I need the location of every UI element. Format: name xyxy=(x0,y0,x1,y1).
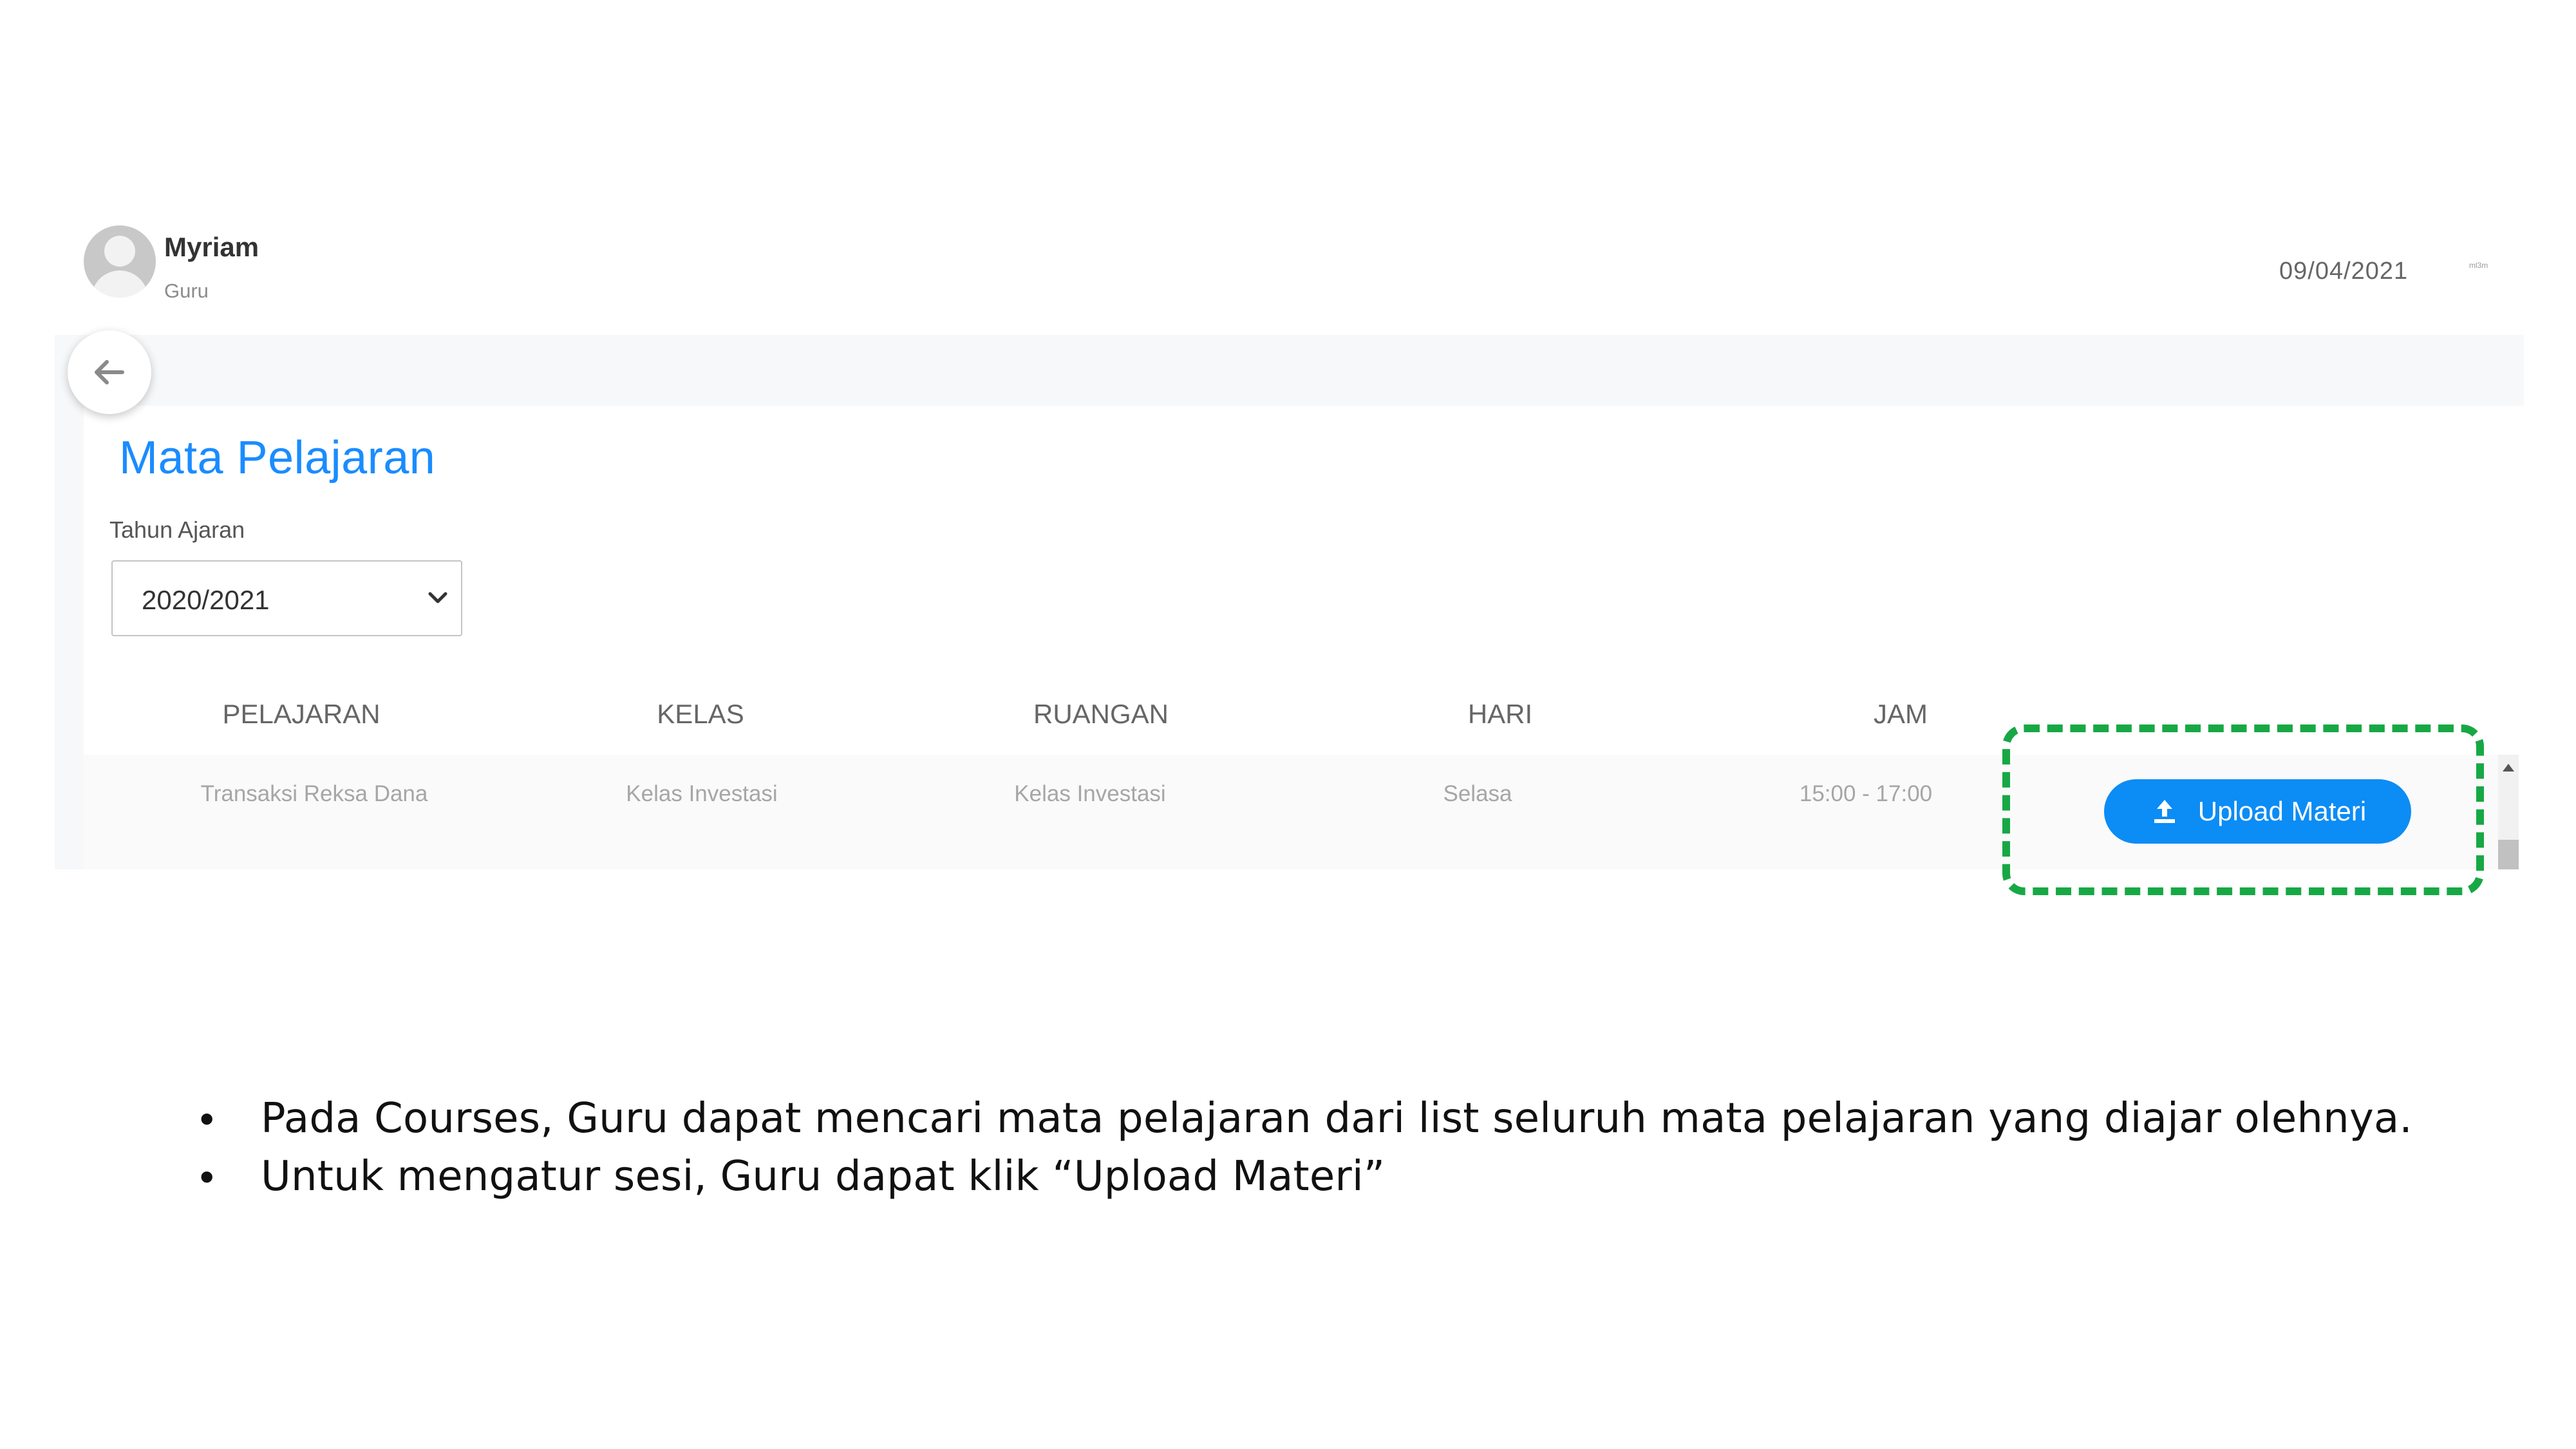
bullet-marker: • xyxy=(200,1153,214,1200)
cell-ruangan: Kelas Investasi xyxy=(1014,781,1166,806)
scroll-up-icon[interactable] xyxy=(2503,764,2514,772)
note-text-1: Pada Courses, Guru dapat mencari mata pe… xyxy=(261,1095,2412,1142)
note-text-2: Untuk mengatur sesi, Guru dapat klik “Up… xyxy=(261,1153,1386,1200)
avatar-head-shape xyxy=(104,236,135,267)
academic-year-value: 2020/2021 xyxy=(142,585,270,615)
academic-year-select[interactable]: 2020/2021 xyxy=(111,560,462,636)
cell-kelas: Kelas Investasi xyxy=(626,781,778,806)
back-button[interactable] xyxy=(68,330,151,414)
year-label: Tahun Ajaran xyxy=(109,516,245,543)
cell-hari: Selasa xyxy=(1443,781,1512,806)
status-text: ml3m xyxy=(2469,261,2488,270)
bullet-marker: • xyxy=(200,1095,214,1142)
arrow-left-icon xyxy=(95,360,124,384)
current-date: 09/04/2021 xyxy=(2279,258,2409,285)
scrollbar[interactable] xyxy=(2498,755,2519,869)
column-header-jam: JAM xyxy=(1874,699,1928,729)
user-role: Guru xyxy=(164,279,209,302)
column-header-hari: HARI xyxy=(1467,699,1533,729)
cell-pelajaran: Transaksi Reksa Dana xyxy=(200,781,428,806)
column-header-pelajaran: PELAJARAN xyxy=(222,699,381,729)
column-header-kelas: KELAS xyxy=(657,699,744,729)
scrollbar-thumb[interactable] xyxy=(2498,840,2519,869)
avatar[interactable] xyxy=(84,225,156,298)
highlight-annotation xyxy=(2002,724,2484,895)
column-header-ruangan: RUANGAN xyxy=(1033,699,1169,729)
user-name: Myriam xyxy=(164,232,259,262)
cell-jam: 15:00 - 17:00 xyxy=(1799,781,1933,806)
page-title: Mata Pelajaran xyxy=(119,432,436,484)
chevron-down-icon xyxy=(428,592,447,603)
avatar-body-shape xyxy=(91,270,148,298)
